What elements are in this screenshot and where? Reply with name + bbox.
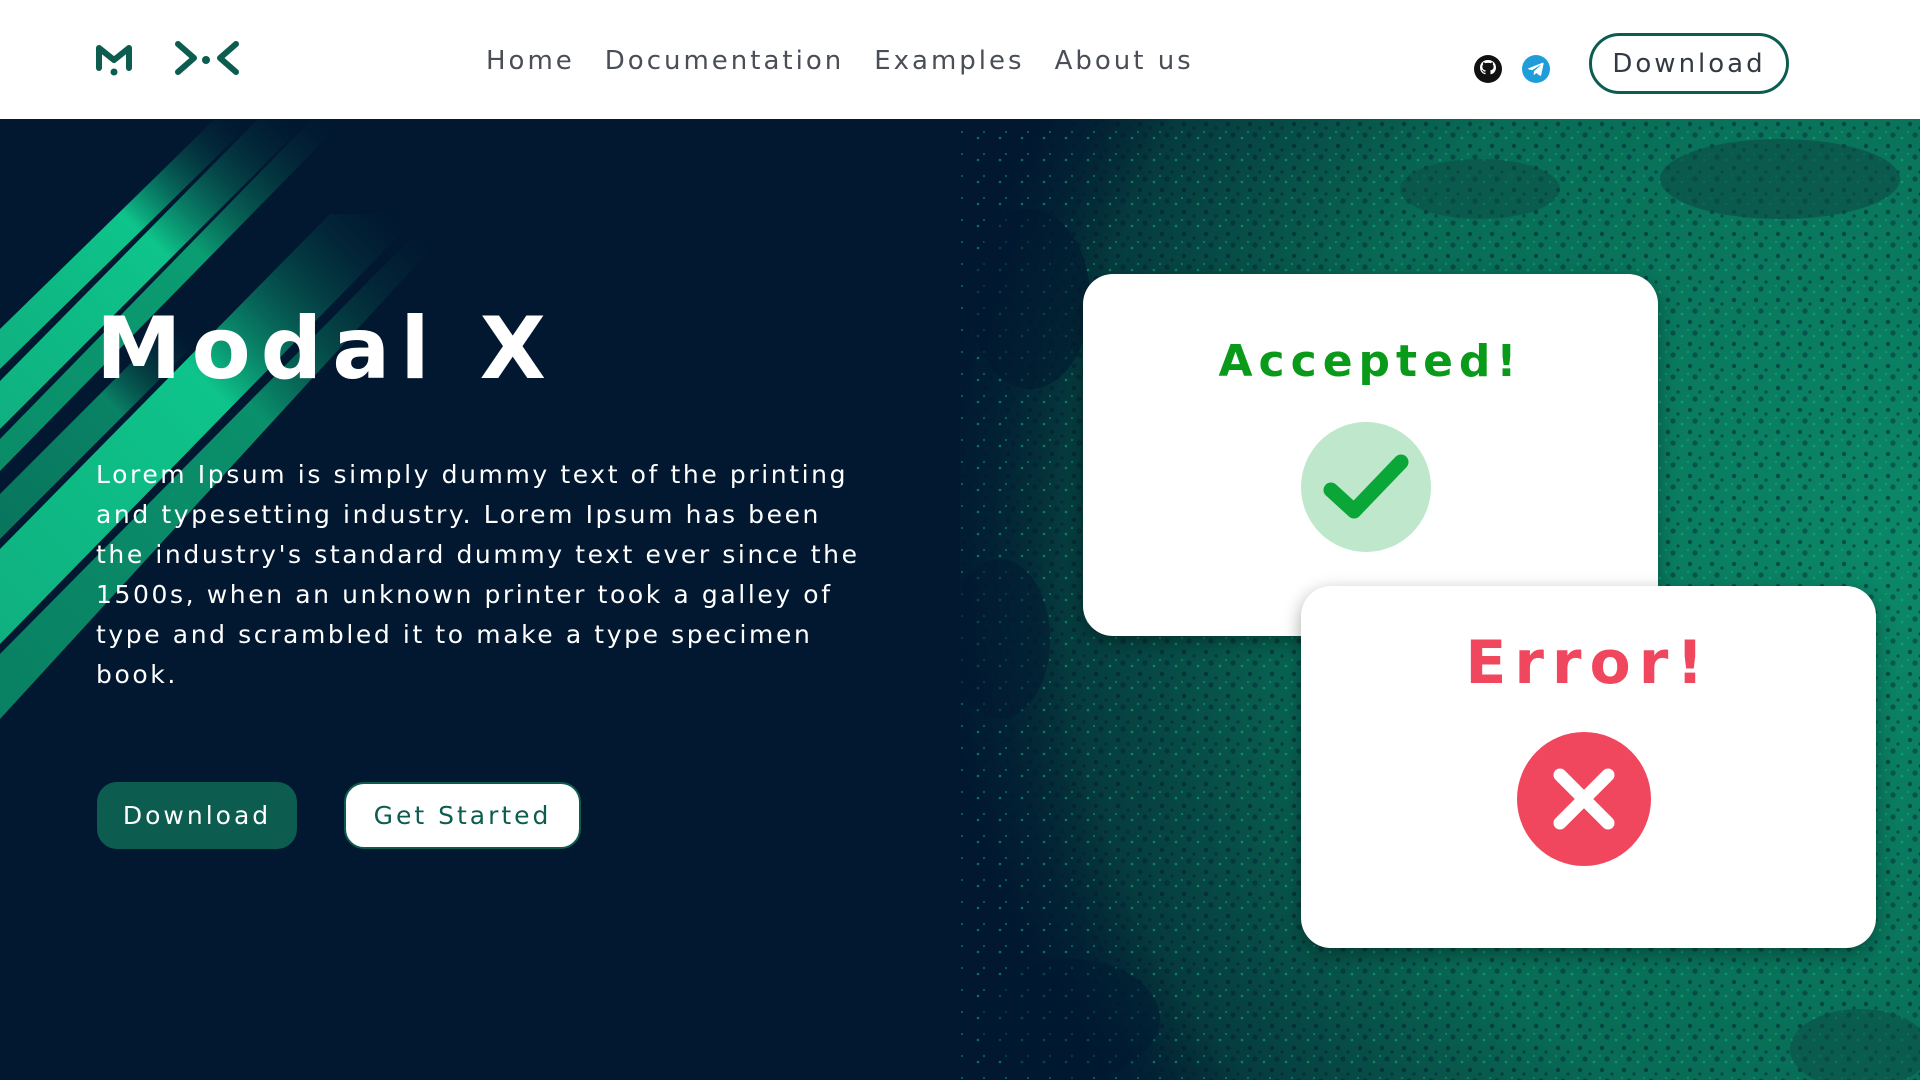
error-modal-card: Error! [1301, 586, 1876, 948]
modal-x-logo[interactable] [96, 38, 240, 78]
nav-documentation-link[interactable]: Documentation [605, 44, 844, 78]
hero-description: Lorem Ipsum is simply dummy text of the … [96, 460, 860, 689]
error-title: Error! [1465, 628, 1712, 698]
main-nav: Home Documentation Examples About us [486, 44, 1194, 78]
hero-title: Modal X [96, 299, 556, 399]
error-status-circle [1517, 732, 1651, 866]
hero-download-button[interactable]: Download [97, 782, 297, 849]
hero-section: Modal X Lorem Ipsum is simply dummy text… [0, 119, 1920, 1080]
top-navigation-bar: Home Documentation Examples About us Dow… [0, 0, 1920, 119]
accepted-title: Accepted! [1218, 336, 1523, 387]
github-icon[interactable] [1473, 54, 1503, 84]
nav-home-link[interactable]: Home [486, 44, 575, 78]
social-links [1473, 54, 1551, 84]
success-status-circle [1301, 422, 1431, 552]
checkmark-icon [1323, 454, 1409, 519]
x-icon [1553, 768, 1615, 830]
nav-examples-link[interactable]: Examples [874, 44, 1024, 78]
header-download-button[interactable]: Download [1589, 33, 1789, 94]
nav-about-us-link[interactable]: About us [1055, 44, 1194, 78]
accepted-modal-card: Accepted! [1083, 274, 1658, 636]
get-started-button[interactable]: Get Started [344, 782, 581, 849]
telegram-icon[interactable] [1521, 54, 1551, 84]
